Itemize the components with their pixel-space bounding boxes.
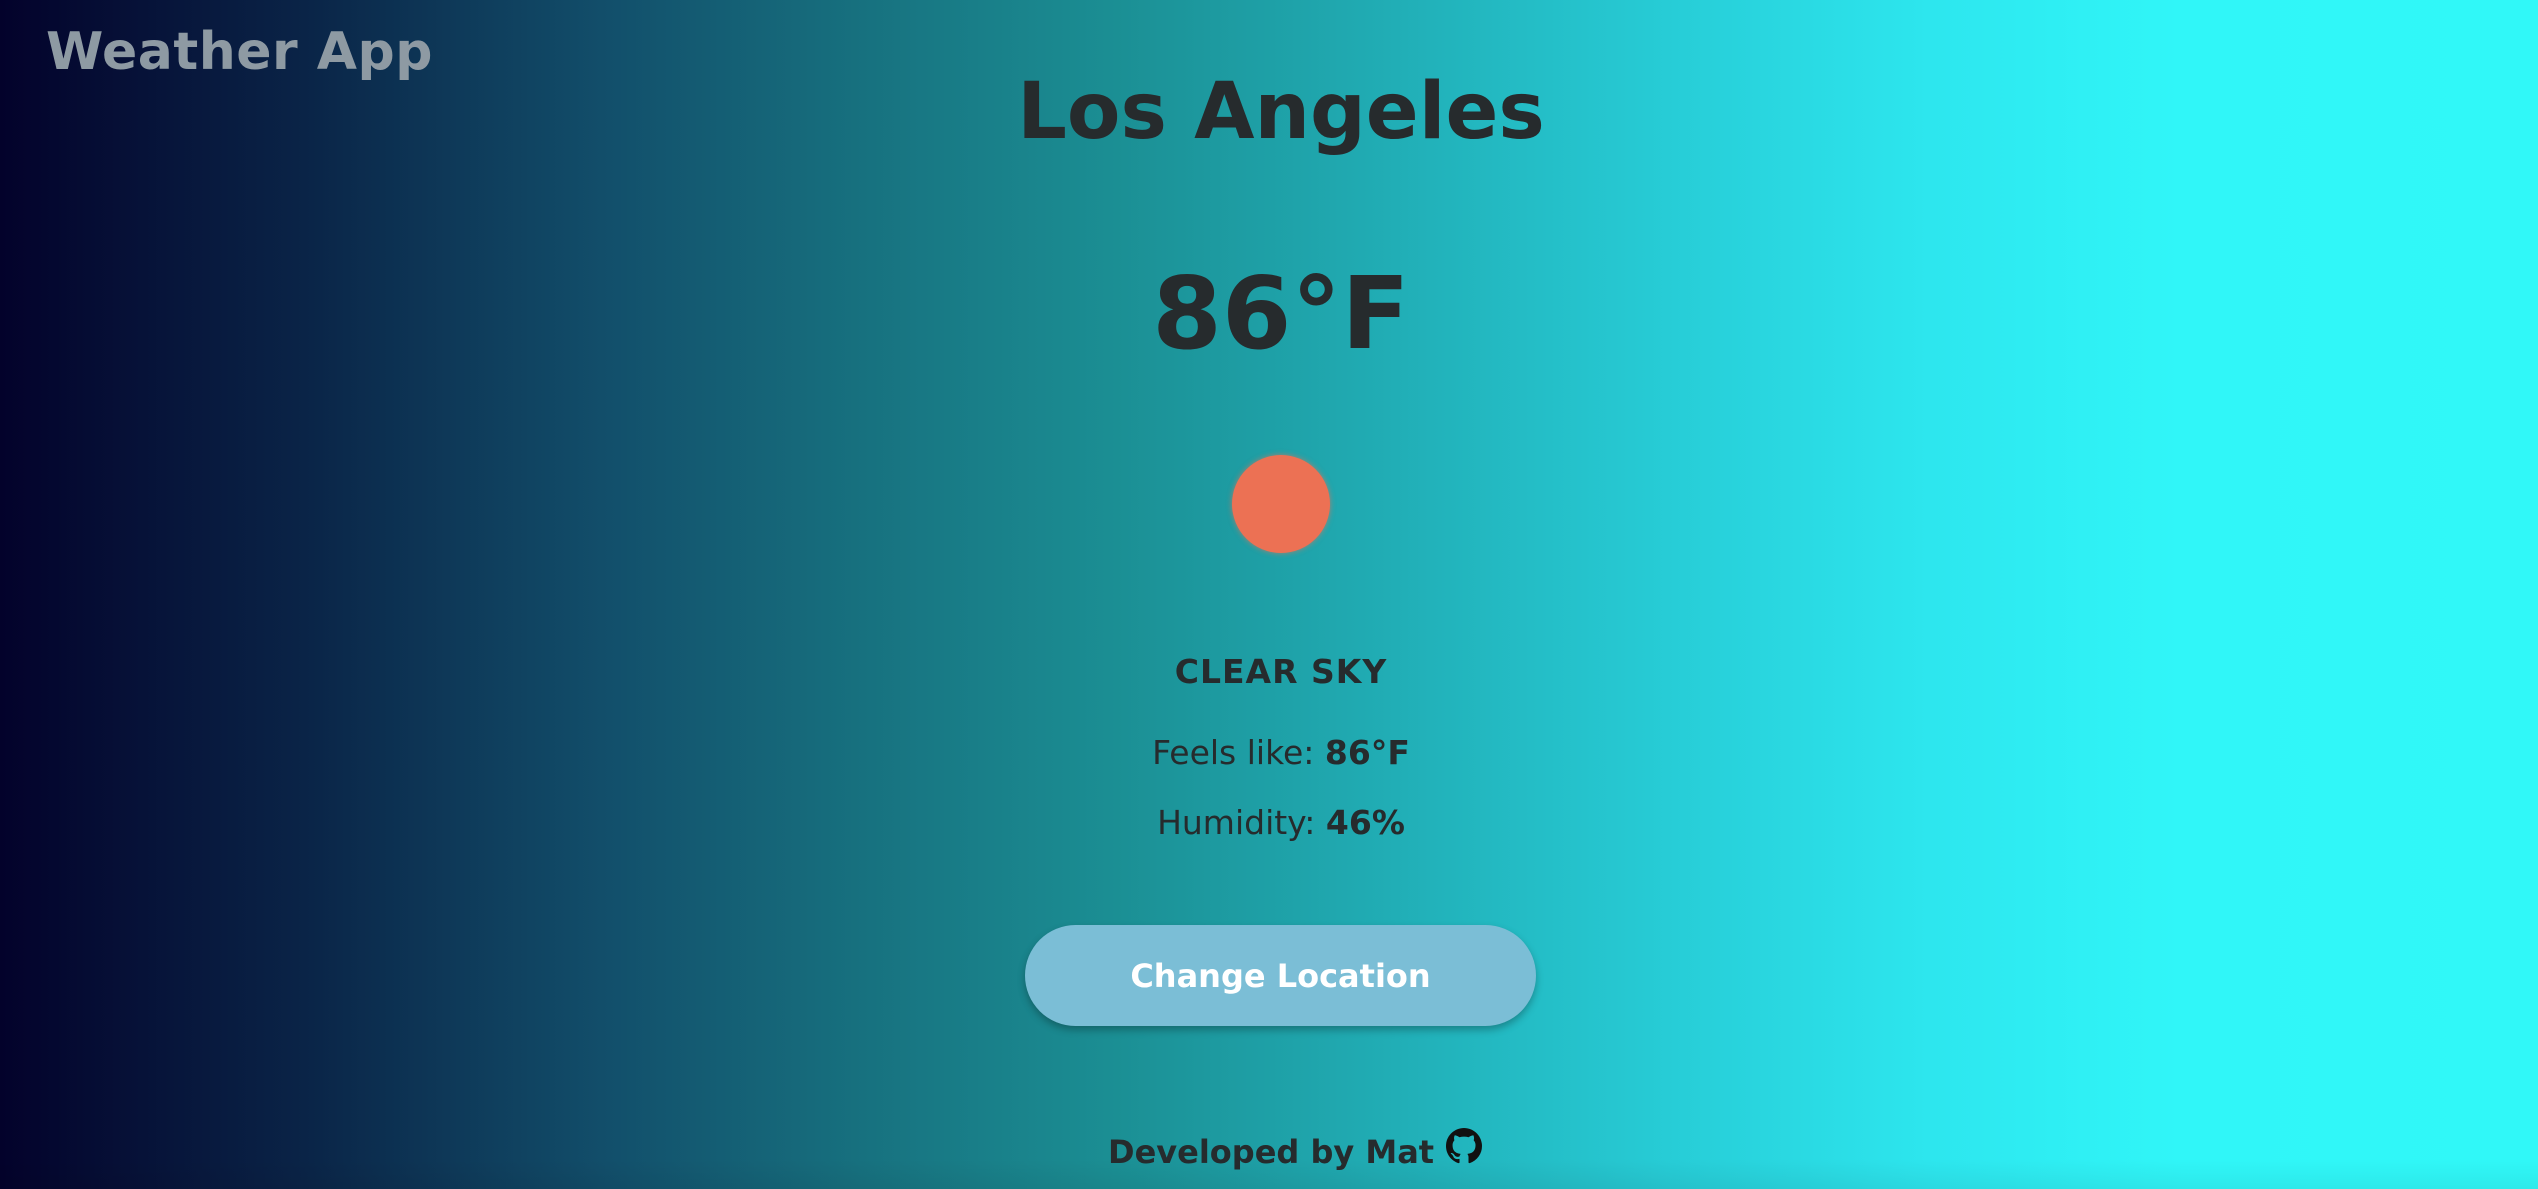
temperature: 86°F	[1152, 255, 1410, 372]
weather-condition: CLEAR SKY	[1174, 652, 1388, 691]
humidity-value: 46%	[1325, 803, 1405, 842]
weather-app: Weather App Los Angeles 86°F CLEAR SKY F…	[0, 0, 2538, 1189]
feels-like-value: 86°F	[1324, 733, 1410, 772]
change-location-button[interactable]: Change Location	[1025, 925, 1536, 1026]
humidity-label: Humidity:	[1157, 803, 1326, 842]
developer-credit: Developed by Mat	[1108, 1133, 1435, 1171]
feels-like-label: Feels like:	[1152, 733, 1325, 772]
github-icon[interactable]	[1446, 1128, 1483, 1164]
footer: Developed by Mat	[1108, 1128, 1483, 1171]
sun-icon	[1232, 455, 1330, 553]
feels-like: Feels like: 86°F	[0, 733, 2538, 772]
humidity: Humidity: 46%	[0, 803, 2538, 842]
city-name: Los Angeles	[1017, 67, 1545, 157]
